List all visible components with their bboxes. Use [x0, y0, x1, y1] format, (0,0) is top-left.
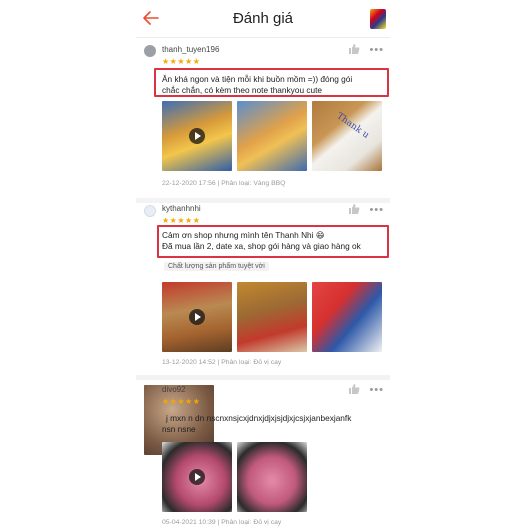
thumbs-up-icon[interactable]	[348, 203, 360, 215]
review-photo[interactable]	[312, 282, 382, 352]
review-comment: j mxn n dn nscnxnsjcxjdnxjdjxjsjdjxjcsjx…	[162, 413, 352, 434]
avatar[interactable]	[144, 205, 156, 217]
reviews-screen: Đánh giá thanh_tuyen196 ★★★★★ ••• Ăn khá…	[136, 0, 390, 526]
review-meta: 22-12-2020 17:56 | Phân loại: Vàng BBQ	[162, 180, 286, 187]
product-thumbnail[interactable]	[370, 9, 386, 29]
review-item: thanh_tuyen196 ★★★★★ ••• Ăn khá ngon và …	[136, 38, 390, 198]
review-photo[interactable]	[237, 282, 307, 352]
review-item: divo92 ★★★★★ ••• j mxn n dn nscnxnsjcxjd…	[136, 380, 390, 526]
username[interactable]: thanh_tuyen196	[162, 45, 219, 54]
note-text: Thank u	[334, 111, 371, 141]
more-options-icon[interactable]: •••	[369, 385, 384, 396]
username[interactable]: divo92	[162, 385, 186, 394]
review-video[interactable]	[162, 101, 232, 171]
page-title: Đánh giá	[232, 10, 294, 27]
review-video[interactable]	[162, 442, 232, 512]
review-item: kythanhnhi ★★★★★ ••• Cảm ơn shop nhưng m…	[136, 203, 390, 375]
play-icon[interactable]	[189, 469, 205, 485]
thumbs-up-icon[interactable]	[348, 383, 360, 395]
top-bar: Đánh giá	[136, 0, 390, 38]
review-photo[interactable]	[237, 101, 307, 171]
avatar[interactable]	[144, 45, 156, 57]
review-photo[interactable]	[237, 442, 307, 512]
review-comment: Ăn khá ngon và tiện mỗi khi buồn mồm =))…	[162, 74, 353, 95]
review-meta: 13-12-2020 14:52 | Phân loại: Đỏ vị cay	[162, 359, 282, 366]
review-photo[interactable]: Thank u	[312, 101, 382, 171]
quality-tag: Chất lượng sản phẩm tuyệt vời	[164, 262, 269, 271]
rating-stars: ★★★★★	[162, 397, 201, 406]
more-options-icon[interactable]: •••	[369, 205, 384, 216]
rating-stars: ★★★★★	[162, 216, 201, 225]
review-comment: Cảm ơn shop nhưng mình tên Thanh Nhi 😄 Đ…	[162, 230, 361, 251]
review-meta: 05-04-2021 10:39 | Phân loại: Đỏ vị cay	[162, 519, 282, 526]
play-icon[interactable]	[189, 309, 205, 325]
thumbs-up-icon[interactable]	[348, 43, 360, 55]
more-options-icon[interactable]: •••	[369, 45, 384, 56]
review-video[interactable]	[162, 282, 232, 352]
username[interactable]: kythanhnhi	[162, 204, 201, 213]
rating-stars: ★★★★★	[162, 57, 201, 66]
play-icon[interactable]	[189, 128, 205, 144]
